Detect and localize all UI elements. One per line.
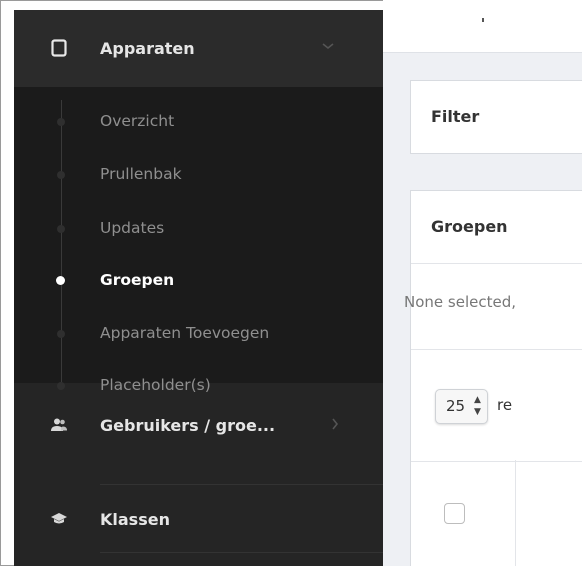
- sidebar-subitem-label: Groepen: [100, 271, 175, 289]
- groups-panel: Groepen None selected,: [404, 190, 582, 566]
- bullet-icon: [57, 330, 65, 338]
- page-size-select[interactable]: 25 ▲ ▼: [435, 389, 488, 424]
- bullet-icon: [57, 171, 65, 179]
- divider: [411, 461, 582, 462]
- panel-title: Groepen: [431, 217, 508, 236]
- sidebar-subitem-prullenbak[interactable]: Prullenbak: [14, 155, 383, 195]
- select-all-checkbox[interactable]: [444, 503, 465, 524]
- main-content: Filter Groepen None selected, 25 ▲ ▼ re: [383, 0, 582, 566]
- bullet-icon: [57, 382, 65, 390]
- sidebar-item-apparaten[interactable]: Apparaten: [14, 37, 383, 59]
- bullet-icon: [57, 225, 65, 233]
- topbar-mark: [482, 18, 484, 22]
- tablet-icon: [48, 37, 70, 59]
- sidebar-subitem-label: Placeholder(s): [100, 376, 211, 394]
- graduation-cap-icon: [48, 508, 70, 530]
- sidebar-subitem-label: Overzicht: [100, 112, 175, 130]
- divider: [411, 349, 582, 350]
- sidebar-subitem-groepen[interactable]: Groepen: [14, 261, 383, 301]
- sidebar-item-gebruikers[interactable]: Gebruikers / groe...: [14, 414, 383, 436]
- divider: [100, 484, 383, 485]
- sidebar-subitem-apparaten-toevoegen[interactable]: Apparaten Toevoegen: [14, 314, 383, 354]
- users-icon: [48, 414, 70, 436]
- top-bar: [383, 0, 582, 53]
- sidebar-subitem-label: Updates: [100, 219, 165, 237]
- table-column-divider: [515, 460, 516, 566]
- sidebar-subitem-label: Prullenbak: [100, 165, 182, 183]
- sidebar-item-label: Gebruikers / groe...: [100, 415, 276, 435]
- divider: [411, 263, 582, 264]
- sidebar: Apparaten Overzicht Prullenbak Updates G…: [14, 10, 383, 566]
- nav-bottom-area: [14, 383, 383, 566]
- sidebar-subitem-placeholders[interactable]: Placeholder(s): [14, 366, 383, 406]
- sidebar-item-label: Apparaten: [100, 38, 195, 58]
- bullet-icon: [57, 118, 65, 126]
- chevron-down-icon: [321, 39, 335, 55]
- panel-title: Filter: [431, 107, 480, 126]
- sidebar-subitem-updates[interactable]: Updates: [14, 209, 383, 249]
- sidebar-item-klassen[interactable]: Klassen: [14, 508, 383, 530]
- sidebar-subitem-overzicht[interactable]: Overzicht: [14, 102, 383, 142]
- page-size-value: 25: [446, 397, 466, 415]
- sidebar-item-label: Klassen: [100, 509, 170, 529]
- chevron-right-icon: [330, 417, 340, 435]
- bullet-icon: [56, 276, 65, 285]
- divider: [100, 552, 383, 553]
- multiselect-button[interactable]: None selected,: [404, 293, 582, 311]
- filter-panel[interactable]: Filter: [410, 80, 582, 154]
- sidebar-subitem-label: Apparaten Toevoegen: [100, 324, 270, 342]
- select-arrows-icon: ▲ ▼: [474, 395, 481, 417]
- page-size-suffix: re: [497, 396, 513, 414]
